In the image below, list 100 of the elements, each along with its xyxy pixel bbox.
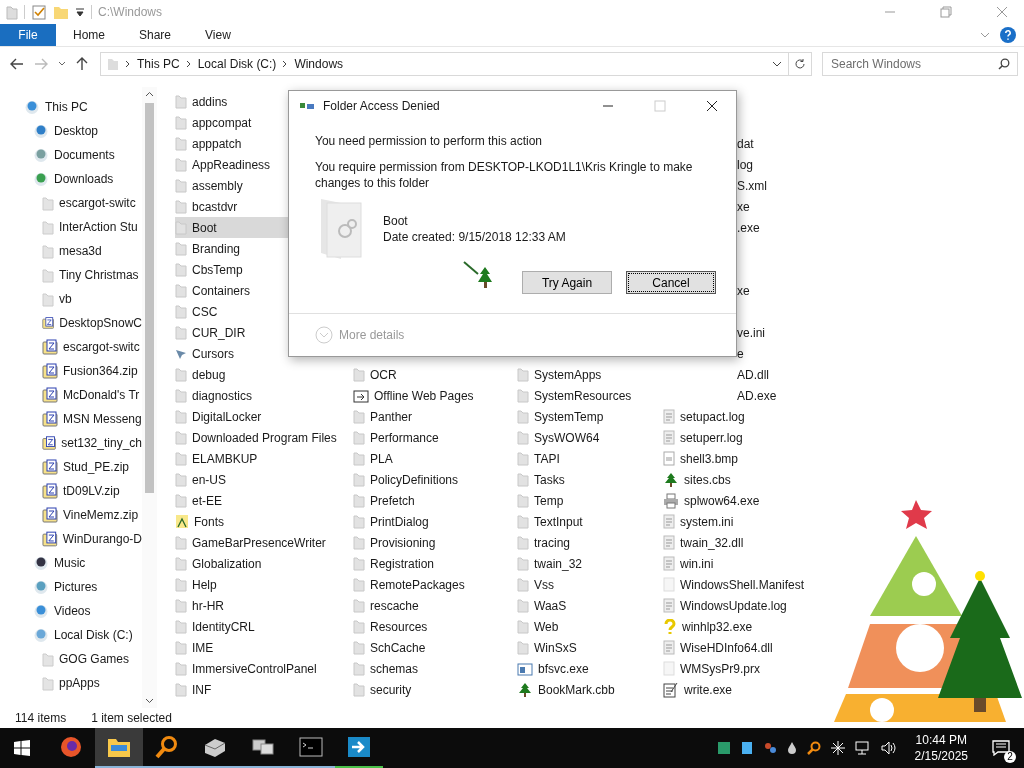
file-item[interactable]: Branding — [175, 238, 245, 259]
file-item[interactable]: SystemApps — [517, 364, 606, 385]
file-item[interactable]: WindowsShell.Manifest — [663, 574, 809, 595]
nav-item[interactable]: WinDurango-D — [0, 527, 142, 551]
clock[interactable]: 10:44 PM 2/15/2025 — [914, 732, 968, 764]
file-item[interactable]: shell3.bmp — [663, 448, 743, 469]
file-item[interactable]: appcompat — [175, 112, 256, 133]
file-item[interactable]: Downloaded Program Files — [175, 427, 341, 448]
file-item[interactable]: Globalization — [175, 553, 266, 574]
file-item[interactable]: et-EE — [175, 490, 226, 511]
file-item[interactable]: SysWOW64 — [517, 427, 604, 448]
magnifier-icon[interactable] — [806, 741, 821, 755]
breadcrumb-item[interactable]: Local Disk (C:) — [197, 57, 277, 71]
file-item[interactable]: WiseHDInfo64.dll — [663, 637, 777, 658]
file-item[interactable]: IdentityCRL — [175, 616, 259, 637]
file-item[interactable]: TextInput — [517, 511, 587, 532]
file-item[interactable]: Offline Web Pages — [353, 385, 478, 406]
ribbon-tab[interactable]: File — [0, 24, 56, 46]
scroll-up-icon[interactable] — [145, 91, 154, 97]
file-item[interactable]: TAPI — [517, 448, 564, 469]
nav-item[interactable]: Documents — [0, 143, 142, 167]
file-item[interactable]: GameBarPresenceWriter — [175, 532, 330, 553]
chevron-down-icon[interactable] — [58, 61, 66, 67]
file-item[interactable]: OCR — [353, 364, 401, 385]
nav-item[interactable]: Desktop — [0, 119, 142, 143]
nav-item[interactable]: Videos — [0, 599, 142, 623]
nav-item[interactable]: Downloads — [0, 167, 142, 191]
chevron-down-icon[interactable] — [772, 60, 782, 68]
close-icon[interactable] — [706, 100, 718, 112]
scrollbar[interactable] — [142, 87, 157, 708]
nav-item[interactable]: Music — [0, 551, 142, 575]
windows-start-icon[interactable] — [14, 740, 30, 756]
file-item[interactable]: Panther — [353, 406, 417, 427]
file-item[interactable]: Provisioning — [353, 532, 440, 553]
chevron-right-icon[interactable] — [125, 60, 131, 68]
file-item[interactable]: Cursors — [175, 343, 238, 364]
file-item[interactable]: WinSxS — [517, 637, 581, 658]
nav-item[interactable]: set132_tiny_ch — [0, 431, 142, 455]
file-item[interactable]: hr-HR — [175, 595, 228, 616]
file-item[interactable]: Vss — [517, 574, 558, 595]
nav-item[interactable]: McDonald's Tr — [0, 383, 142, 407]
file-item[interactable]: PLA — [353, 448, 397, 469]
file-item[interactable]: tracing — [517, 532, 575, 553]
ribbon-tab[interactable]: View — [188, 24, 248, 46]
nav-item[interactable]: Local Disk (C:) — [0, 623, 142, 647]
file-item[interactable]: RemotePackages — [353, 574, 469, 595]
taskbar-app[interactable] — [95, 728, 143, 768]
file-item[interactable]: CbsTemp — [175, 259, 247, 280]
file-item[interactable]: CUR_DIR — [175, 322, 250, 343]
breadcrumb-item[interactable]: This PC — [137, 57, 180, 71]
snowflake-icon[interactable] — [830, 741, 845, 755]
file-item[interactable]: setupact.log — [663, 406, 749, 427]
ribbon-tab[interactable]: Share — [122, 24, 189, 46]
file-item[interactable]: PrintDialog — [353, 511, 433, 532]
file-item[interactable]: WaaS — [517, 595, 571, 616]
chevron-right-icon[interactable] — [185, 60, 192, 68]
file-item[interactable]: WindowsUpdate.log — [663, 595, 791, 616]
file-item[interactable]: BookMark.cbb — [517, 679, 619, 700]
file-item[interactable]: winhlp32.exe — [663, 616, 757, 637]
nav-item[interactable]: Fusion364.zip — [0, 359, 142, 383]
file-item[interactable]: setuperr.log — [663, 427, 747, 448]
nav-item[interactable]: GOG Games — [0, 647, 142, 671]
nav-item[interactable]: InterAction Stu — [0, 215, 142, 239]
nav-item[interactable]: MSN Messeng — [0, 407, 142, 431]
square-icon[interactable] — [740, 741, 753, 755]
chevron-right-icon[interactable] — [282, 60, 289, 68]
file-item[interactable]: IME — [175, 637, 218, 658]
file-item[interactable]: sites.cbs — [663, 469, 735, 490]
nav-item[interactable]: Tiny Christmas — [0, 263, 142, 287]
file-item[interactable]: bfsvc.exe — [517, 658, 593, 679]
file-item[interactable]: SchCache — [353, 637, 430, 658]
refresh-button[interactable] — [789, 52, 812, 76]
file-item[interactable]: Prefetch — [353, 490, 419, 511]
dropdown-icon[interactable] — [75, 7, 85, 17]
up-arrow-icon[interactable] — [76, 57, 88, 71]
back-arrow-icon[interactable] — [10, 58, 24, 70]
nav-item[interactable]: DesktopSnowC — [0, 311, 142, 335]
droplet-icon[interactable] — [786, 741, 797, 755]
file-item[interactable]: CSC — [175, 301, 222, 322]
file-item[interactable]: security — [353, 679, 416, 700]
search-field[interactable]: Search Windows — [822, 52, 1018, 76]
file-item[interactable]: WMSysPr9.prx — [663, 658, 764, 679]
file-item[interactable]: INF — [175, 679, 216, 700]
file-item[interactable]: DigitalLocker — [175, 406, 266, 427]
file-item[interactable]: Boot — [175, 217, 289, 238]
file-item[interactable]: Tasks — [517, 469, 569, 490]
nav-item[interactable]: tD09LV.zip — [0, 479, 142, 503]
file-item[interactable]: Web — [517, 616, 563, 637]
file-item[interactable]: Containers — [175, 280, 255, 301]
file-item[interactable]: twain_32 — [517, 553, 587, 574]
file-item[interactable]: system.ini — [663, 511, 738, 532]
file-item[interactable]: write.exe — [663, 679, 737, 700]
nav-item[interactable]: VineMemz.zip — [0, 503, 142, 527]
address-bar[interactable]: This PC Local Disk (C:) Windows — [100, 52, 789, 76]
nav-item[interactable]: This PC — [0, 95, 142, 119]
scroll-down-icon[interactable] — [145, 698, 154, 704]
file-item[interactable]: PolicyDefinitions — [353, 469, 463, 490]
file-item[interactable]: AD.exe — [663, 385, 781, 406]
file-item[interactable]: SystemResources — [517, 385, 636, 406]
file-item[interactable]: debug — [175, 364, 230, 385]
